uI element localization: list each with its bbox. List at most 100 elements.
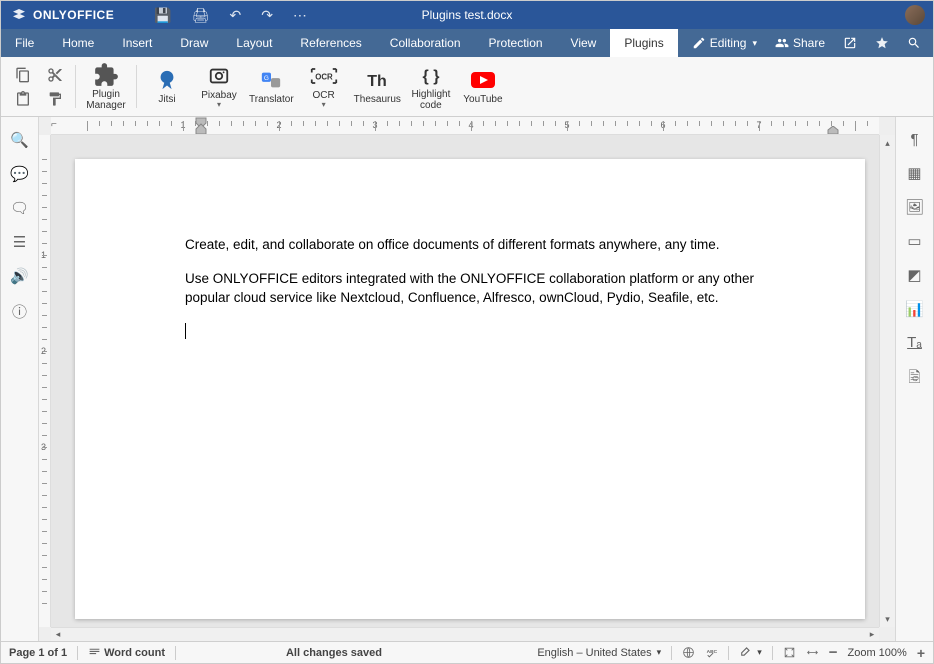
app-logo: ONLYOFFICE bbox=[1, 7, 124, 23]
chevron-down-icon: ▾ bbox=[322, 101, 326, 109]
paragraph-settings-icon[interactable]: ¶ bbox=[910, 131, 918, 148]
share-button[interactable]: Share bbox=[775, 36, 825, 50]
chevron-down-icon: ▾ bbox=[752, 38, 757, 49]
chevron-down-icon: ▾ bbox=[757, 647, 762, 658]
puzzle-icon bbox=[93, 63, 119, 87]
image-settings-icon[interactable]: 🖼 bbox=[905, 198, 924, 216]
left-sidebar: 🔍 💬 🗨 ☰ 🔊 ⓘ bbox=[1, 117, 39, 641]
page-indicator[interactable]: Page 1 of 1 bbox=[9, 647, 67, 659]
scroll-right-icon[interactable]: ▸ bbox=[865, 628, 879, 641]
app-name: ONLYOFFICE bbox=[33, 8, 114, 22]
fit-to-width-icon[interactable] bbox=[806, 646, 819, 659]
horizontal-ruler[interactable]: ⌐ 1234567 bbox=[51, 117, 879, 135]
page-viewport[interactable]: Create, edit, and collaborate on office … bbox=[51, 135, 879, 627]
text-cursor bbox=[185, 323, 186, 339]
ribbon: Plugin Manager Jitsi Pixabay ▾ G Transla… bbox=[1, 57, 933, 117]
comments-icon[interactable]: 💬 bbox=[10, 165, 29, 183]
menu-collaboration[interactable]: Collaboration bbox=[376, 29, 475, 57]
find-icon[interactable]: 🔍 bbox=[10, 131, 29, 149]
plugin-youtube[interactable]: YouTube bbox=[457, 59, 509, 114]
document-container: ⌐ 1234567 123 Create, edit, and collabor… bbox=[39, 117, 895, 641]
scroll-left-icon[interactable]: ◂ bbox=[51, 628, 65, 641]
language-selector[interactable]: English – United States ▾ bbox=[537, 647, 661, 659]
svg-text:Th: Th bbox=[368, 73, 388, 90]
menu-layout[interactable]: Layout bbox=[222, 29, 286, 57]
save-icon[interactable]: 💾 bbox=[154, 7, 171, 24]
print-icon[interactable]: 🖨 bbox=[192, 7, 210, 24]
navigation-icon[interactable]: ☰ bbox=[13, 233, 26, 251]
vertical-ruler[interactable]: 123 bbox=[39, 135, 51, 627]
undo-icon[interactable]: ↶ bbox=[229, 7, 241, 24]
tab-marker-icon[interactable]: ⌐ bbox=[51, 119, 57, 130]
zoom-in-icon[interactable]: + bbox=[917, 645, 925, 661]
paragraph-2[interactable]: Use ONLYOFFICE editors integrated with t… bbox=[185, 269, 755, 308]
about-icon[interactable]: ⓘ bbox=[12, 301, 27, 322]
menubar-right-actions: Editing ▾ Share bbox=[692, 29, 933, 57]
horizontal-scrollbar[interactable]: ◂ ▸ bbox=[51, 627, 879, 641]
pixabay-icon bbox=[208, 64, 230, 88]
plugin-thesaurus[interactable]: Th Thesaurus bbox=[350, 59, 405, 114]
youtube-icon bbox=[470, 68, 496, 92]
plugin-translator[interactable]: G Translator bbox=[245, 59, 298, 114]
titlebar: ONLYOFFICE 💾 🖨 ↶ ↷ ⋯ Plugins test.docx bbox=[1, 1, 933, 29]
plugin-highlight-code[interactable]: { } Highlight code bbox=[405, 59, 457, 114]
track-changes-icon[interactable]: ▾ bbox=[739, 646, 762, 659]
paragraph-1[interactable]: Create, edit, and collaborate on office … bbox=[185, 235, 755, 255]
spellcheck-icon[interactable]: ABC bbox=[705, 646, 718, 659]
menu-references[interactable]: References bbox=[286, 29, 375, 57]
chat-icon[interactable]: 🗨 bbox=[10, 199, 29, 217]
menu-draw[interactable]: Draw bbox=[166, 29, 222, 57]
plugin-ocr[interactable]: OCR OCR ▾ bbox=[298, 59, 350, 114]
right-sidebar: ¶ ▦ 🖼 ▭ ◩ 📊 Tₐ 🗟 bbox=[895, 117, 933, 641]
editing-mode-button[interactable]: Editing ▾ bbox=[692, 36, 757, 50]
more-icon[interactable]: ⋯ bbox=[293, 7, 307, 24]
menu-home[interactable]: Home bbox=[48, 29, 108, 57]
fit-to-page-icon[interactable] bbox=[783, 646, 796, 659]
svg-text:OCR: OCR bbox=[315, 73, 333, 82]
scroll-down-icon[interactable]: ▾ bbox=[880, 611, 895, 627]
workarea: 🔍 💬 🗨 ☰ 🔊 ⓘ ⌐ 1234567 123 Create, edit, … bbox=[1, 117, 933, 641]
plugin-jitsi[interactable]: Jitsi bbox=[141, 59, 193, 114]
header-footer-icon[interactable]: ▭ bbox=[907, 232, 921, 250]
copy-icon[interactable] bbox=[13, 65, 33, 85]
vertical-scrollbar[interactable]: ▴ ▾ bbox=[879, 135, 895, 627]
format-painter-icon[interactable] bbox=[45, 89, 65, 109]
chevron-down-icon: ▾ bbox=[657, 647, 662, 658]
cut-icon[interactable] bbox=[45, 65, 65, 85]
clipboard-group bbox=[7, 59, 39, 114]
menu-plugins[interactable]: Plugins bbox=[610, 29, 677, 57]
paste-icon[interactable] bbox=[13, 89, 33, 109]
set-document-language-icon[interactable] bbox=[682, 646, 695, 659]
zoom-level[interactable]: Zoom 100% bbox=[848, 647, 907, 659]
table-settings-icon[interactable]: ▦ bbox=[907, 164, 921, 182]
text-art-icon[interactable]: Tₐ bbox=[907, 334, 922, 351]
chart-settings-icon[interactable]: 📊 bbox=[905, 300, 924, 318]
menubar: File Home Insert Draw Layout References … bbox=[1, 29, 933, 57]
menu-view[interactable]: View bbox=[557, 29, 611, 57]
search-icon[interactable] bbox=[907, 36, 921, 50]
word-count-icon bbox=[88, 646, 101, 659]
plugin-pixabay[interactable]: Pixabay ▾ bbox=[193, 59, 245, 114]
pencil-icon bbox=[692, 36, 706, 50]
scroll-up-icon[interactable]: ▴ bbox=[880, 135, 895, 151]
menu-file[interactable]: File bbox=[1, 29, 48, 57]
feedback-icon[interactable]: 🔊 bbox=[10, 267, 29, 285]
code-braces-icon: { } bbox=[419, 63, 443, 87]
zoom-out-icon[interactable]: − bbox=[829, 644, 838, 661]
svg-text:G: G bbox=[264, 75, 269, 82]
menu-protection[interactable]: Protection bbox=[475, 29, 557, 57]
shape-settings-icon[interactable]: ◩ bbox=[907, 266, 921, 284]
redo-icon[interactable]: ↷ bbox=[261, 7, 273, 24]
chevron-down-icon: ▾ bbox=[217, 101, 221, 109]
word-count-button[interactable]: Word count bbox=[88, 646, 165, 659]
document-page[interactable]: Create, edit, and collaborate on office … bbox=[75, 159, 865, 619]
open-location-icon[interactable] bbox=[843, 36, 857, 50]
save-status: All changes saved bbox=[286, 647, 382, 659]
favorite-icon[interactable] bbox=[875, 36, 889, 50]
menu-insert[interactable]: Insert bbox=[108, 29, 166, 57]
paragraph-cursor[interactable] bbox=[185, 322, 755, 342]
jitsi-icon bbox=[156, 68, 178, 92]
plugin-manager-button[interactable]: Plugin Manager bbox=[80, 59, 132, 114]
user-avatar[interactable] bbox=[905, 5, 925, 25]
form-settings-icon[interactable]: 🗟 bbox=[908, 367, 920, 392]
